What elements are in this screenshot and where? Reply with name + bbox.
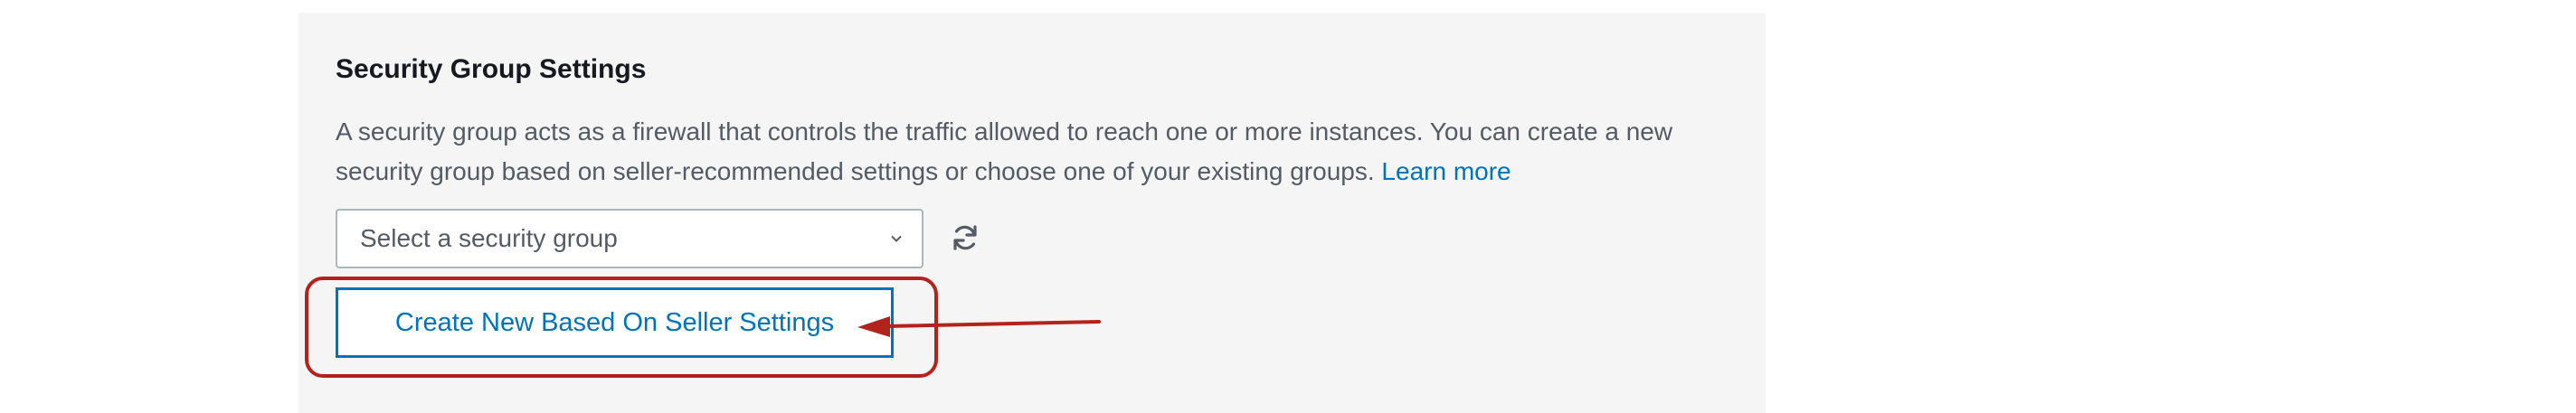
section-title: Security Group Settings (336, 54, 647, 84)
description-line-2-text: security group based on seller-recommend… (336, 157, 1375, 185)
chevron-down-icon (891, 235, 902, 242)
security-group-select-value: Select a security group (360, 224, 618, 252)
security-group-select[interactable]: Select a security group (336, 209, 923, 268)
description-line-1: A security group acts as a firewall that… (336, 117, 1673, 145)
description-line-2: security group based on seller-recommend… (336, 152, 1747, 192)
create-new-based-on-seller-settings-button[interactable]: Create New Based On Seller Settings (336, 287, 894, 358)
learn-more-link[interactable]: Learn more (1381, 157, 1511, 185)
page: Security Group Settings A security group… (0, 0, 2576, 413)
section-description: A security group acts as a firewall that… (336, 112, 1747, 192)
refresh-icon[interactable] (950, 222, 980, 253)
